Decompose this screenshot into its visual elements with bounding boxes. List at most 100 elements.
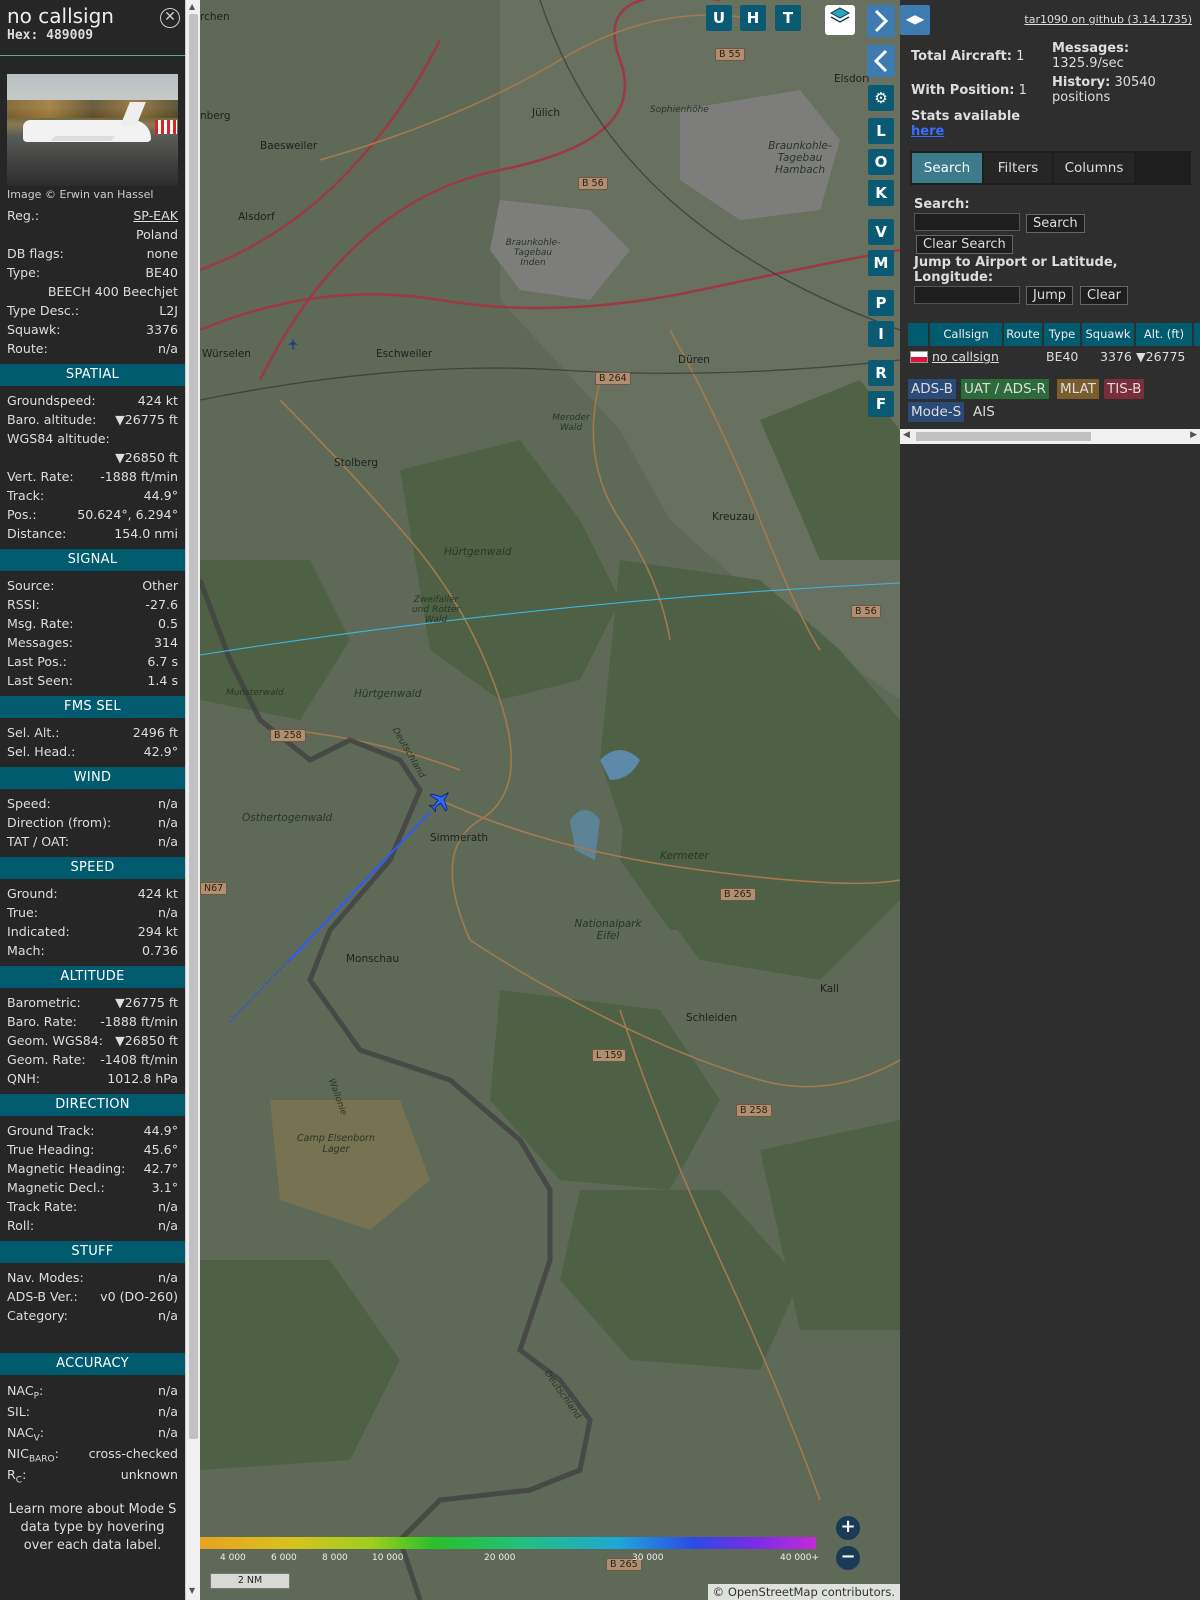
table-header-flag[interactable]: [908, 323, 928, 346]
scroll-up-arrow-icon[interactable]: ▲: [189, 2, 195, 11]
info-row-label[interactable]: Speed:: [7, 794, 51, 813]
info-row-label[interactable]: Baro. Rate:: [7, 1012, 77, 1031]
info-row-label[interactable]: Magnetic Decl.:: [7, 1178, 105, 1197]
chevron-right-icon[interactable]: [867, 5, 895, 37]
toggle-v-button[interactable]: V: [868, 219, 894, 245]
scroll-left-arrow-icon[interactable]: ◀: [903, 430, 910, 440]
other-aircraft-icon[interactable]: [288, 338, 298, 349]
github-link[interactable]: tar1090 on github (3.14.1735): [1024, 13, 1192, 26]
nic-baro-label[interactable]: NICBARO:: [7, 1443, 59, 1465]
info-row-label[interactable]: Vert. Rate:: [7, 467, 74, 486]
scroll-right-arrow-icon[interactable]: ▶: [1190, 430, 1197, 440]
source-ais-badge[interactable]: AIS: [970, 402, 998, 422]
info-row-label[interactable]: Geom. Rate:: [7, 1050, 86, 1069]
map-view[interactable]: rchen nberg Jülich Baesweiler Alsdorf Es…: [200, 0, 900, 1600]
info-row-label[interactable]: Ground Track:: [7, 1121, 95, 1140]
info-row-label[interactable]: Last Seen:: [7, 671, 73, 690]
toggle-r-button[interactable]: R: [868, 360, 894, 386]
info-row-label[interactable]: Magnetic Heading:: [7, 1159, 125, 1178]
zoom-out-icon[interactable]: −: [836, 1546, 860, 1570]
source-mlat-badge[interactable]: MLAT: [1057, 379, 1099, 399]
horizontal-scrollbar-thumb[interactable]: [916, 432, 1091, 441]
layers-icon[interactable]: [825, 5, 855, 35]
source-uat-badge[interactable]: UAT / ADS-R: [961, 379, 1049, 399]
table-horizontal-scrollbar[interactable]: ◀ ▶: [900, 429, 1200, 444]
jump-button[interactable]: Jump: [1026, 286, 1073, 305]
nacv-label[interactable]: NACV:: [7, 1422, 44, 1444]
info-row-label[interactable]: WGS84 altitude:: [7, 429, 110, 448]
info-row-label[interactable]: Sel. Alt.:: [7, 723, 60, 742]
info-row-label[interactable]: Mach:: [7, 941, 45, 960]
info-row-label[interactable]: Squawk:: [7, 320, 61, 339]
table-header-squawk[interactable]: Squawk: [1082, 323, 1134, 346]
info-row-label[interactable]: TAT / OAT:: [7, 832, 69, 851]
row-callsign[interactable]: no callsign: [932, 347, 999, 367]
clear-button[interactable]: Clear: [1080, 286, 1128, 305]
info-row-label[interactable]: Type Desc.:: [7, 301, 79, 320]
info-row-label[interactable]: Track:: [7, 486, 44, 505]
table-header-route[interactable]: Route: [1004, 323, 1042, 346]
info-row-label[interactable]: Indicated:: [7, 922, 70, 941]
info-row-value[interactable]: SP-EAK: [133, 206, 178, 225]
tab-search[interactable]: Search: [912, 153, 982, 183]
table-header-more[interactable]: [1194, 323, 1200, 346]
chevron-left-icon[interactable]: [867, 45, 895, 77]
map-attribution[interactable]: © OpenStreetMap contributors.: [707, 1584, 900, 1600]
toggle-m-button[interactable]: M: [868, 250, 894, 276]
info-row-label[interactable]: Pos.:: [7, 505, 37, 524]
info-row-label[interactable]: Msg. Rate:: [7, 614, 74, 633]
source-tisb-badge[interactable]: TIS-B: [1104, 379, 1145, 399]
expand-collapse-icon[interactable]: ◀▶: [900, 5, 930, 35]
info-row-label[interactable]: Direction (from):: [7, 813, 111, 832]
info-row-label[interactable]: Barometric:: [7, 993, 81, 1012]
info-row-label[interactable]: Category:: [7, 1306, 68, 1325]
info-row-label[interactable]: Track Rate:: [7, 1197, 77, 1216]
close-icon[interactable]: ✕: [160, 8, 180, 28]
info-panel-scrollbar[interactable]: ▲ ▼: [185, 0, 200, 1600]
table-header-callsign[interactable]: Callsign: [930, 323, 1002, 346]
info-row-label[interactable]: True Heading:: [7, 1140, 94, 1159]
info-row-label[interactable]: RSSI:: [7, 595, 40, 614]
source-adsb-badge[interactable]: ADS-B: [908, 379, 956, 399]
info-row-label[interactable]: Ground:: [7, 884, 58, 903]
search-button[interactable]: Search: [1026, 214, 1085, 233]
info-row-label[interactable]: Messages:: [7, 633, 73, 652]
toggle-t-button[interactable]: T: [775, 5, 801, 31]
info-row-label[interactable]: Type:: [7, 263, 40, 282]
tab-filters[interactable]: Filters: [984, 153, 1052, 183]
settings-gear-icon[interactable]: ⚙: [868, 85, 894, 111]
toggle-l-button[interactable]: L: [868, 118, 894, 144]
info-row-label[interactable]: Geom. WGS84:: [7, 1031, 103, 1050]
info-row-label[interactable]: Source:: [7, 576, 55, 595]
info-row-label[interactable]: Route:: [7, 339, 48, 358]
info-row-label[interactable]: Last Pos.:: [7, 652, 67, 671]
info-row-label[interactable]: True:: [7, 903, 38, 922]
info-row-label[interactable]: DB flags:: [7, 244, 64, 263]
info-row-label[interactable]: Distance:: [7, 524, 66, 543]
info-row-label[interactable]: Reg.:: [7, 206, 39, 225]
info-row-label[interactable]: ADS-B Ver.:: [7, 1287, 78, 1306]
info-row-label[interactable]: Groundspeed:: [7, 391, 96, 410]
info-row-label[interactable]: QNH:: [7, 1069, 40, 1088]
info-row-label[interactable]: Nav. Modes:: [7, 1268, 84, 1287]
tab-columns[interactable]: Columns: [1054, 153, 1134, 183]
clear-search-button[interactable]: Clear Search: [916, 235, 1013, 254]
nacp-label[interactable]: NACP:: [7, 1380, 43, 1402]
info-row-label[interactable]: Roll:: [7, 1216, 34, 1235]
toggle-f-button[interactable]: F: [868, 391, 894, 417]
info-row-label[interactable]: Baro. altitude:: [7, 410, 96, 429]
source-modes-badge[interactable]: Mode-S: [908, 402, 965, 422]
table-header-type[interactable]: Type: [1044, 323, 1080, 346]
toggle-p-button[interactable]: P: [868, 290, 894, 316]
toggle-k-button[interactable]: K: [868, 180, 894, 206]
toggle-h-button[interactable]: H: [740, 5, 766, 31]
sil-label[interactable]: SIL:: [7, 1401, 30, 1422]
scrollbar-thumb[interactable]: [189, 14, 198, 1439]
toggle-i-button[interactable]: I: [868, 321, 894, 347]
rc-label[interactable]: RC:: [7, 1464, 26, 1486]
scroll-down-arrow-icon[interactable]: ▼: [189, 1586, 195, 1595]
zoom-in-icon[interactable]: +: [836, 1516, 860, 1540]
table-header-altitude[interactable]: Alt. (ft): [1136, 323, 1192, 346]
aircraft-photo[interactable]: [7, 74, 178, 186]
toggle-u-button[interactable]: U: [706, 5, 732, 31]
